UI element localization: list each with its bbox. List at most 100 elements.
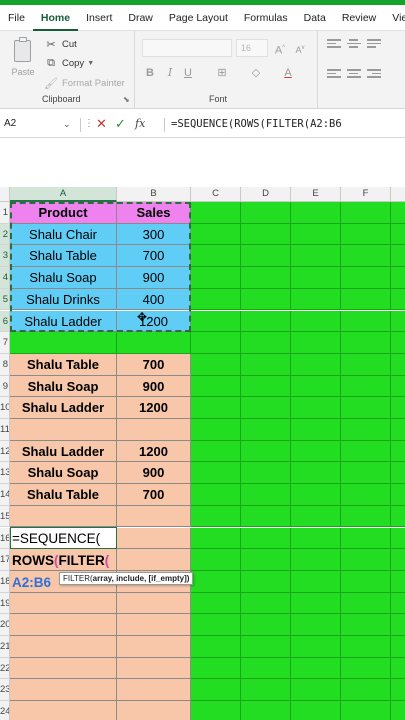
font-name-box[interactable]: [142, 39, 232, 57]
align-right-icon[interactable]: [367, 69, 381, 79]
cell-green[interactable]: [291, 592, 341, 615]
cell-green[interactable]: [291, 353, 341, 376]
cell-green[interactable]: [341, 397, 391, 419]
cell-green[interactable]: [291, 267, 341, 289]
shrink-font-icon[interactable]: Av: [292, 40, 308, 56]
cancel-icon[interactable]: ✕: [96, 114, 107, 134]
cell-a[interactable]: [10, 636, 117, 658]
column-header-d[interactable]: D: [241, 187, 291, 202]
cell-a[interactable]: Shalu Soap: [10, 462, 117, 485]
cell-a[interactable]: Shalu Table: [10, 245, 117, 268]
cell-green[interactable]: [191, 614, 241, 636]
cell-green[interactable]: [341, 245, 391, 268]
cell-green[interactable]: [341, 636, 391, 658]
cell-b[interactable]: 400: [117, 288, 191, 311]
cell-green[interactable]: [191, 657, 241, 680]
cell-green[interactable]: [391, 527, 405, 550]
cell-b[interactable]: 1200: [117, 397, 191, 419]
cell-a[interactable]: Shalu Soap: [10, 375, 117, 398]
dialog-launcher-icon[interactable]: ⬊: [123, 95, 130, 104]
grow-font-icon[interactable]: A^: [272, 40, 288, 57]
tab-file[interactable]: File: [0, 5, 33, 31]
cell-green[interactable]: [241, 462, 291, 485]
row-header[interactable]: 11: [0, 419, 10, 441]
cell-b[interactable]: 300: [117, 223, 191, 246]
cell-green[interactable]: [191, 440, 241, 463]
cell-green[interactable]: [241, 592, 291, 615]
align-top-icon[interactable]: [327, 39, 341, 49]
cell-b[interactable]: [117, 701, 191, 720]
cell-green[interactable]: [291, 462, 341, 485]
cell-b[interactable]: 1200: [117, 440, 191, 463]
cell-green[interactable]: [241, 679, 291, 702]
cell-b[interactable]: 1200: [117, 310, 191, 333]
cell-green[interactable]: [291, 310, 341, 333]
font-color-icon[interactable]: A: [280, 65, 296, 81]
cell-green[interactable]: [291, 701, 341, 720]
more-icon[interactable]: ⋮: [84, 114, 94, 134]
copy-button[interactable]: ⧉ Copy ▼: [44, 54, 94, 72]
tab-review[interactable]: Review: [334, 5, 384, 31]
tab-draw[interactable]: Draw: [120, 5, 161, 31]
cell-green[interactable]: [191, 527, 241, 550]
cell-a[interactable]: Shalu Ladder: [10, 440, 117, 463]
cell-green[interactable]: [291, 679, 341, 702]
cell-green[interactable]: [341, 419, 391, 441]
cell-green[interactable]: [241, 419, 291, 441]
cell-green[interactable]: [191, 419, 241, 441]
cell-green[interactable]: [341, 657, 391, 680]
cell-green[interactable]: [241, 310, 291, 333]
cell-green[interactable]: [241, 202, 291, 224]
cell-green[interactable]: [391, 614, 405, 636]
cell-green[interactable]: [241, 549, 291, 571]
cell-a[interactable]: [10, 592, 117, 615]
cell-green[interactable]: [191, 397, 241, 419]
cell-green[interactable]: [291, 440, 341, 463]
cell-b[interactable]: 900: [117, 375, 191, 398]
cell-a[interactable]: Shalu Ladder: [10, 310, 117, 333]
cell-green[interactable]: [191, 288, 241, 311]
row-header[interactable]: 6: [0, 310, 10, 333]
align-center-icon[interactable]: [347, 69, 361, 79]
cell-green[interactable]: [391, 332, 405, 354]
cell-green[interactable]: [191, 375, 241, 398]
cell-green[interactable]: [241, 570, 291, 593]
row-header[interactable]: 18: [0, 570, 10, 593]
cell-green[interactable]: [241, 375, 291, 398]
cell-green[interactable]: [391, 657, 405, 680]
cell-green[interactable]: [191, 245, 241, 268]
cell-green[interactable]: [391, 549, 405, 571]
cell-green[interactable]: [391, 288, 405, 311]
cell-green[interactable]: [341, 505, 391, 528]
cell-a[interactable]: Shalu Chair: [10, 223, 117, 246]
row-header[interactable]: 15: [0, 505, 10, 528]
cell-green[interactable]: [291, 245, 341, 268]
cell-green[interactable]: [341, 462, 391, 485]
font-size-box[interactable]: 16: [236, 39, 268, 57]
row-header[interactable]: 23: [0, 679, 10, 702]
cell-green[interactable]: [391, 440, 405, 463]
cell-green[interactable]: [291, 419, 341, 441]
cell-b[interactable]: [117, 419, 191, 441]
row-header[interactable]: 14: [0, 484, 10, 506]
enter-check-icon[interactable]: ✓: [115, 114, 126, 134]
cell-green[interactable]: [241, 657, 291, 680]
row-header[interactable]: 16: [0, 527, 10, 550]
format-painter-button[interactable]: 🖌 Format Painter: [44, 74, 125, 92]
row-header[interactable]: 3: [0, 245, 10, 268]
cell-green[interactable]: [341, 223, 391, 246]
cell-green[interactable]: [241, 245, 291, 268]
cut-button[interactable]: ✂ Cut: [44, 35, 76, 53]
cell-a[interactable]: [10, 657, 117, 680]
cell-b[interactable]: 700: [117, 484, 191, 506]
cell-b[interactable]: [117, 505, 191, 528]
cell-green[interactable]: [341, 353, 391, 376]
cell-green[interactable]: [241, 505, 291, 528]
cell-green[interactable]: [341, 375, 391, 398]
cell-green[interactable]: [191, 592, 241, 615]
cell-green[interactable]: [241, 267, 291, 289]
tab-view[interactable]: View: [384, 5, 405, 31]
row-header[interactable]: 5: [0, 288, 10, 311]
cell-green[interactable]: [241, 614, 291, 636]
cell-green[interactable]: [391, 570, 405, 593]
